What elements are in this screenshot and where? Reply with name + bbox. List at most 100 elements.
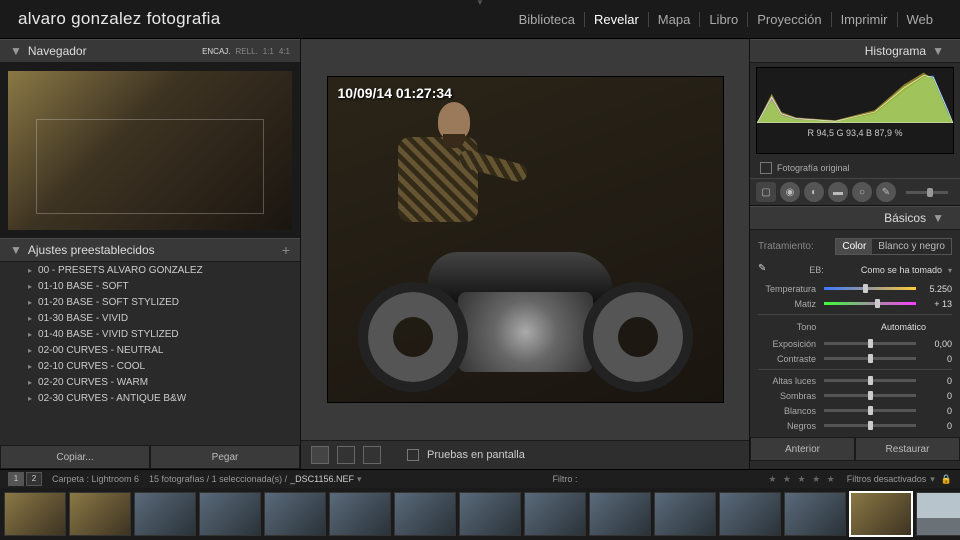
wb-select[interactable]: Como se ha tomado: [861, 265, 942, 275]
filter-label: Filtro :: [552, 474, 577, 484]
nav-fit[interactable]: ENCAJ.: [202, 47, 230, 56]
exposure-slider[interactable]: [824, 342, 916, 345]
thumbnail[interactable]: [329, 492, 391, 536]
module-revelar[interactable]: Revelar: [585, 12, 649, 27]
paste-button[interactable]: Pegar: [150, 445, 300, 469]
preset-folder[interactable]: 00 - PRESETS ALVARO GONZALEZ: [0, 262, 300, 278]
module-web[interactable]: Web: [898, 12, 943, 27]
whites-slider[interactable]: [824, 409, 916, 412]
thumbnail[interactable]: [719, 492, 781, 536]
before-after-icon[interactable]: [337, 446, 355, 464]
wb-label: EB:: [809, 265, 824, 275]
blacks-slider[interactable]: [824, 424, 916, 427]
chevron-down-icon: ▼: [932, 44, 944, 58]
preset-folder[interactable]: 01-20 BASE - SOFT STYLIZED: [0, 294, 300, 310]
develop-toolstrip: ▢ ◉ ◐ ▬ ○ ✎: [750, 178, 960, 206]
radial-filter-icon[interactable]: ○: [852, 182, 872, 202]
crop-tool-icon[interactable]: ▢: [756, 182, 776, 202]
preset-folder[interactable]: 01-40 BASE - VIVID STYLIZED: [0, 326, 300, 342]
thumbnail[interactable]: [654, 492, 716, 536]
preset-folder[interactable]: 01-10 BASE - SOFT: [0, 278, 300, 294]
main-view[interactable]: 10/09/14 01:27:34: [301, 39, 749, 440]
thumbnail[interactable]: [264, 492, 326, 536]
module-libro[interactable]: Libro: [700, 12, 748, 27]
softproof-label: Pruebas en pantalla: [427, 449, 525, 461]
tint-slider[interactable]: [824, 302, 916, 305]
preset-folder[interactable]: 02-20 CURVES - WARM: [0, 374, 300, 390]
lock-icon[interactable]: 🔒: [941, 474, 952, 485]
previous-button[interactable]: Anterior: [750, 437, 855, 461]
add-preset-icon[interactable]: +: [282, 242, 290, 258]
module-proyeccion[interactable]: Proyección: [748, 12, 831, 27]
nav-4to1[interactable]: 4:1: [279, 47, 290, 56]
display-1[interactable]: 1: [8, 472, 24, 486]
histogram-title: Histograma: [865, 44, 926, 58]
photo-canvas[interactable]: 10/09/14 01:27:34: [327, 76, 724, 403]
thumbnail[interactable]: [4, 492, 66, 536]
reset-button[interactable]: Restaurar: [855, 437, 960, 461]
preset-folder[interactable]: 02-00 CURVES - NEUTRAL: [0, 342, 300, 358]
compare-icon[interactable]: [363, 446, 381, 464]
nav-fill[interactable]: RELL.: [236, 47, 258, 56]
chevron-down-icon: ▼: [10, 44, 22, 58]
navigator-title: Navegador: [28, 44, 87, 58]
histogram[interactable]: R 94,5 G 93,4 B 87,9 %: [756, 67, 954, 154]
thumbnail[interactable]: [459, 492, 521, 536]
filmstrip[interactable]: [0, 488, 960, 540]
dropdown-icon[interactable]: ▾: [948, 266, 952, 275]
treatment-toggle: Color Blanco y negro: [835, 238, 952, 255]
info-bar: 1 2 Carpeta : Lightroom 6 15 fotografías…: [0, 469, 960, 488]
preset-folder[interactable]: 02-10 CURVES - COOL: [0, 358, 300, 374]
contrast-slider[interactable]: [824, 357, 916, 360]
display-2[interactable]: 2: [26, 472, 42, 486]
thumbnail[interactable]: [784, 492, 846, 536]
redeye-tool-icon[interactable]: ◐: [804, 182, 824, 202]
rating-filter[interactable]: ★ ★ ★ ★ ★: [768, 474, 836, 485]
thumbnail[interactable]: [524, 492, 586, 536]
secondary-display: 1 2: [8, 472, 42, 486]
module-imprimir[interactable]: Imprimir: [832, 12, 898, 27]
thumbnail[interactable]: [394, 492, 456, 536]
navigator-zoom-opts: ENCAJ. RELL. 1:1 4:1: [202, 47, 290, 56]
preset-folder[interactable]: 02-30 CURVES - ANTIQUE B&W: [0, 390, 300, 406]
thumbnail[interactable]: [69, 492, 131, 536]
navigator-header[interactable]: ▼ Navegador ENCAJ. RELL. 1:1 4:1: [0, 39, 300, 63]
thumbnail[interactable]: [916, 492, 960, 536]
treatment-bw[interactable]: Blanco y negro: [872, 239, 951, 254]
thumbnail[interactable]: [199, 492, 261, 536]
softproof-checkbox[interactable]: [407, 449, 419, 461]
highlights-slider[interactable]: [824, 379, 916, 382]
mask-slider[interactable]: [906, 191, 948, 194]
preset-folder[interactable]: 01-30 BASE - VIVID: [0, 310, 300, 326]
filters-off[interactable]: Filtros desactivados: [847, 474, 927, 484]
identity-plate: alvaro gonzalez fotografia: [18, 9, 220, 29]
eyedropper-icon[interactable]: ✎: [758, 263, 772, 277]
thumbnail[interactable]: [589, 492, 651, 536]
nav-1to1[interactable]: 1:1: [263, 47, 274, 56]
presets-title: Ajustes preestablecidos: [28, 243, 155, 257]
rgb-readout: R 94,5 G 93,4 B 87,9 %: [757, 126, 953, 138]
loupe-view-icon[interactable]: [311, 446, 329, 464]
thumbnail[interactable]: [134, 492, 196, 536]
treatment-color[interactable]: Color: [836, 239, 872, 254]
module-mapa[interactable]: Mapa: [649, 12, 701, 27]
histogram-header[interactable]: Histograma ▼: [750, 39, 960, 63]
basics-header[interactable]: Básicos ▼: [750, 206, 960, 230]
grad-filter-icon[interactable]: ▬: [828, 182, 848, 202]
navigator-preview[interactable]: [0, 63, 300, 238]
original-checkbox[interactable]: [760, 162, 772, 174]
thumbnail-selected[interactable]: [849, 491, 913, 537]
shadows-slider[interactable]: [824, 394, 916, 397]
dropdown-icon[interactable]: ▾: [357, 474, 362, 485]
folder-path: Carpeta : Lightroom 6: [52, 474, 139, 484]
module-biblioteca[interactable]: Biblioteca: [510, 12, 585, 27]
spot-tool-icon[interactable]: ◉: [780, 182, 800, 202]
original-photo-row[interactable]: Fotografía original: [750, 158, 960, 178]
presets-header[interactable]: ▼ Ajustes preestablecidos +: [0, 238, 300, 262]
dropdown-icon[interactable]: ▾: [930, 474, 935, 485]
temperature-slider[interactable]: [824, 287, 916, 290]
auto-button[interactable]: Automático: [855, 322, 952, 332]
brush-tool-icon[interactable]: ✎: [876, 182, 896, 202]
copy-button[interactable]: Copiar...: [0, 445, 150, 469]
topbar: alvaro gonzalez fotografia Biblioteca Re…: [0, 0, 960, 39]
